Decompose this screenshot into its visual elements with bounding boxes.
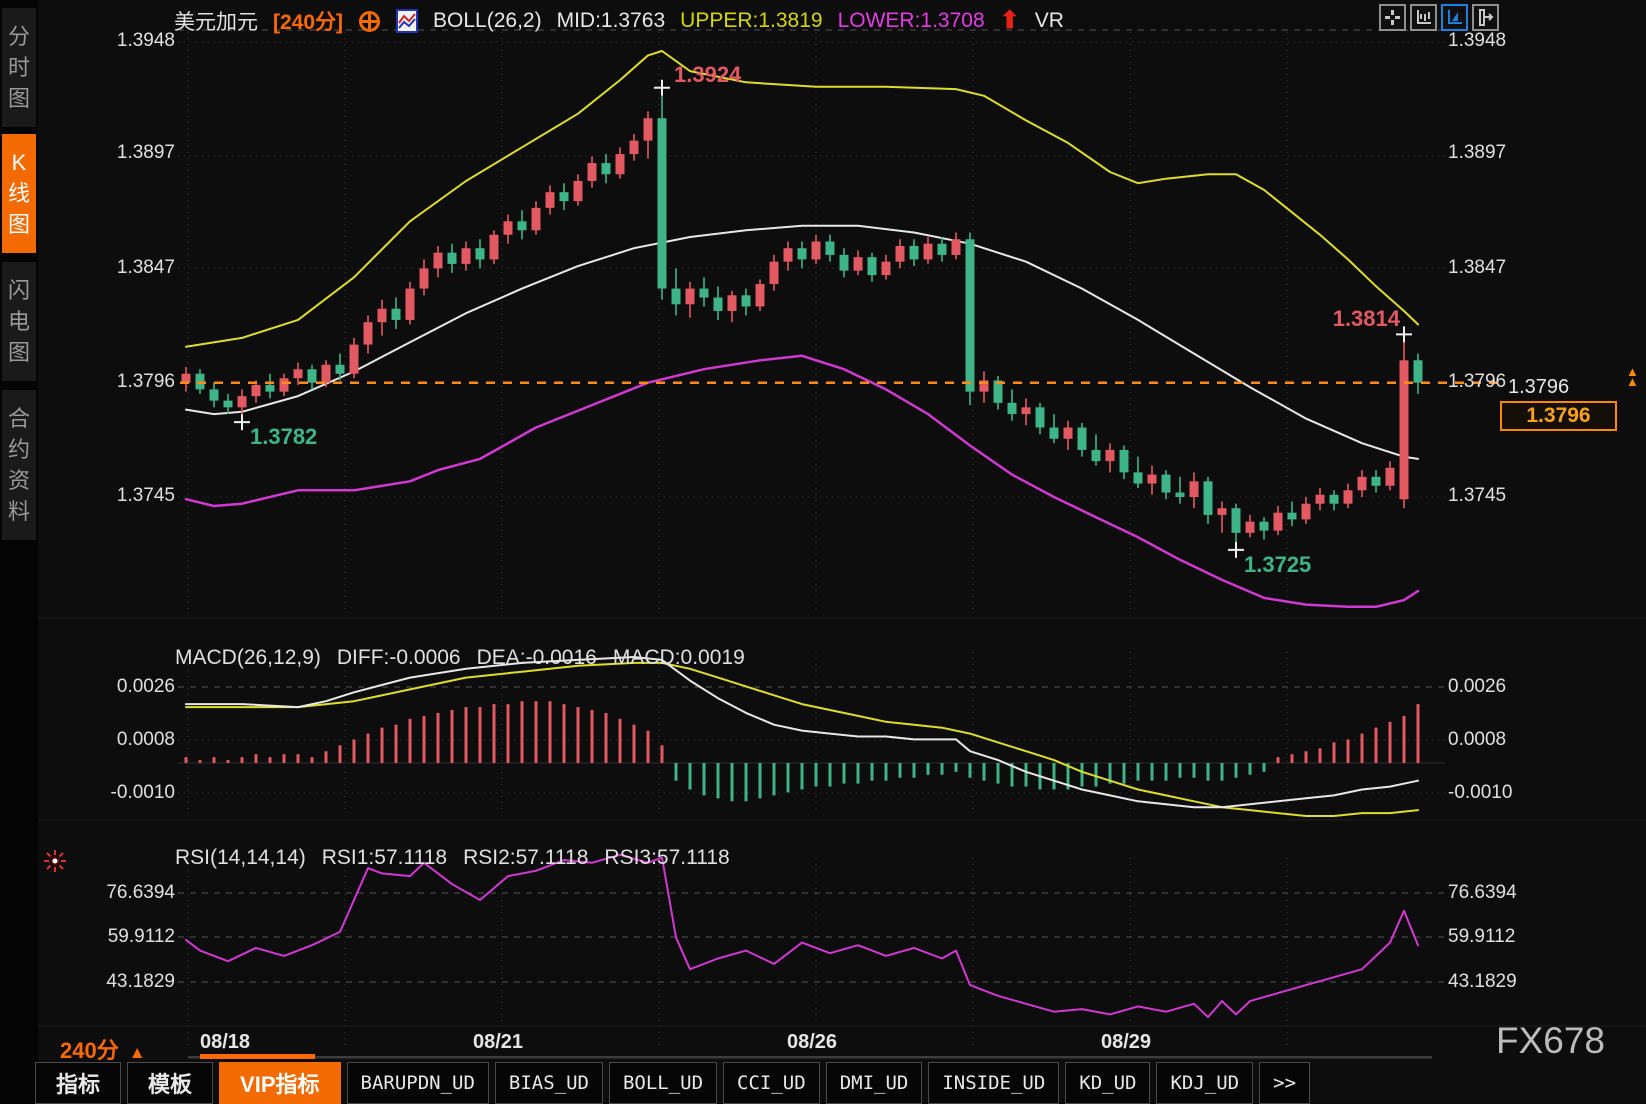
price-axis-right-label: 1.3948 (1448, 30, 1507, 51)
indicator-tab-10[interactable]: KD_UD (1065, 1062, 1151, 1104)
macd-axis-right-label: 0.0008 (1448, 729, 1507, 750)
date-label: 08/26 (787, 1031, 838, 1053)
chart-application: 分时图 K线图闪电图合约资料 美元加元 [240分] BOLL(26,2) MID… (0, 0, 1646, 1104)
indicator-tab-bar: 指标 模板 VIP指标 BARUPDN_UD BIAS_UD BOLL_UD CCI_UD D… (35, 1062, 1311, 1104)
macd-axis-left-label: 0.0026 (116, 676, 175, 697)
axis-zoom-icon[interactable] (1441, 4, 1468, 31)
macd-axis-left-label: -0.0010 (110, 782, 175, 803)
macd-header: MACD(26,12,9) DIFF:-0.0006 DEA:-0.0016 M… (175, 646, 745, 670)
macd-value: MACD:0.0019 (612, 646, 745, 669)
rsi1-value: RSI1:57.1118 (321, 846, 448, 869)
price-annotation: 1.3924 (674, 61, 742, 87)
indicator-tab-3[interactable]: VIP指标 (219, 1062, 341, 1104)
indicator-tab-11[interactable]: KDJ_UD (1156, 1062, 1254, 1104)
price-axis-left-label: 1.3847 (116, 257, 175, 278)
rsi-axis-left-label: 43.1829 (106, 971, 175, 992)
indicator-tab-2[interactable]: 模板 (127, 1062, 214, 1104)
rsi-axis-right-label: 43.1829 (1448, 971, 1517, 992)
indicator-chart-icon (396, 8, 419, 34)
layout-grid-icon[interactable] (1379, 4, 1406, 31)
alert-starburst-icon[interactable] (42, 848, 68, 874)
sidebar-tab-4[interactable]: 合约资料 (2, 390, 36, 540)
macd-axis-right-label: 0.0026 (1448, 676, 1507, 697)
price-axis-right-label: 1.3796 (1448, 371, 1507, 392)
sidebar: 分时图 K线图闪电图合约资料 (0, 0, 38, 1104)
price-annotation: 1.3725 (1244, 551, 1312, 577)
rsi-axis-left-label: 76.6394 (106, 882, 175, 903)
indicator-tab-6[interactable]: BOLL_UD (608, 1062, 718, 1104)
boll-upper-value: UPPER:1.3819 (680, 9, 823, 32)
crosshair-target-icon[interactable] (358, 10, 381, 33)
dropdown-arrow-icon: ▲ (128, 1043, 146, 1062)
axis-scale-icon[interactable] (1410, 4, 1437, 31)
price-axis-right-label: 1.3847 (1448, 257, 1507, 278)
macd-diff-value: DIFF:-0.0006 (336, 646, 461, 669)
timeframe-label: 240分 (60, 1038, 119, 1063)
macd-dea-value: DEA:-0.0016 (476, 646, 597, 669)
sidebar-tab-3[interactable]: 闪电图 (2, 262, 36, 381)
indicator-tab-12[interactable]: >> (1259, 1062, 1311, 1104)
price-annotation: 1.3782 (250, 424, 318, 450)
rsi-axis-right-label: 76.6394 (1448, 882, 1517, 903)
price-axis-left-label: 1.3948 (116, 30, 175, 51)
date-label: 08/29 (1101, 1031, 1152, 1053)
price-annotation: 1.3814 (1332, 306, 1400, 332)
price-axis-left-label: 1.3796 (116, 371, 175, 392)
indicator-tab-1[interactable]: 指标 (35, 1062, 122, 1104)
vr-label: VR (1034, 9, 1064, 32)
date-label: 08/21 (473, 1031, 524, 1053)
up-arrow-icon: ⬆ (999, 7, 1020, 34)
macd-axis-right-label: -0.0010 (1448, 782, 1513, 803)
indicator-tab-4[interactable]: BARUPDN_UD (346, 1062, 489, 1104)
indicator-tab-8[interactable]: DMI_UD (825, 1062, 923, 1104)
chart-toolbar (1379, 4, 1499, 31)
price-axis-right-label: 1.3897 (1448, 142, 1507, 163)
panel-right-icon[interactable] (1472, 4, 1499, 31)
date-label: 08/18 (200, 1031, 251, 1053)
rsi3-value: RSI3:57.1118 (604, 846, 730, 869)
sidebar-tab-1[interactable]: 分时图 (2, 8, 36, 127)
chart-header: 美元加元 [240分] BOLL(26,2) MID:1.3763 UPPER:… (174, 6, 1064, 36)
indicator-tab-9[interactable]: INSIDE_UD (928, 1062, 1060, 1104)
current-price-box: 1.3796 (1500, 401, 1617, 431)
price-axis-left-label: 1.3897 (116, 142, 175, 163)
price-up-arrow-icon: ▲ ▲ (1626, 364, 1639, 389)
sidebar-tab-2[interactable]: K线图 (2, 134, 36, 253)
boll-indicator-label: BOLL(26,2) (433, 9, 542, 32)
price-axis-right-label: 1.3745 (1448, 485, 1507, 506)
chart-canvas[interactable] (0, 0, 1646, 1104)
rsi-title: RSI(14,14,14) (175, 846, 306, 869)
price-axis-left-label: 1.3745 (116, 485, 175, 506)
period-label[interactable]: [240分] (273, 6, 343, 36)
timeframe-selector[interactable]: 240分 ▲ (60, 1033, 146, 1065)
boll-lower-value: LOWER:1.3708 (837, 9, 985, 32)
rsi-header: RSI(14,14,14) RSI1:57.1118 RSI2:57.1118 … (175, 846, 730, 870)
macd-axis-left-label: 0.0008 (116, 729, 175, 750)
indicator-tab-5[interactable]: BIAS_UD (494, 1062, 603, 1104)
indicator-tab-7[interactable]: CCI_UD (723, 1062, 820, 1104)
brand-watermark: FX678 (1496, 1020, 1606, 1061)
rsi-axis-left-label: 59.9112 (107, 926, 175, 947)
rsi2-value: RSI2:57.1118 (463, 846, 589, 869)
macd-title: MACD(26,12,9) (175, 646, 321, 669)
boll-mid-value: MID:1.3763 (556, 9, 666, 32)
rsi-axis-right-label: 59.9112 (1448, 926, 1516, 947)
symbol-title: 美元加元 (174, 11, 258, 34)
